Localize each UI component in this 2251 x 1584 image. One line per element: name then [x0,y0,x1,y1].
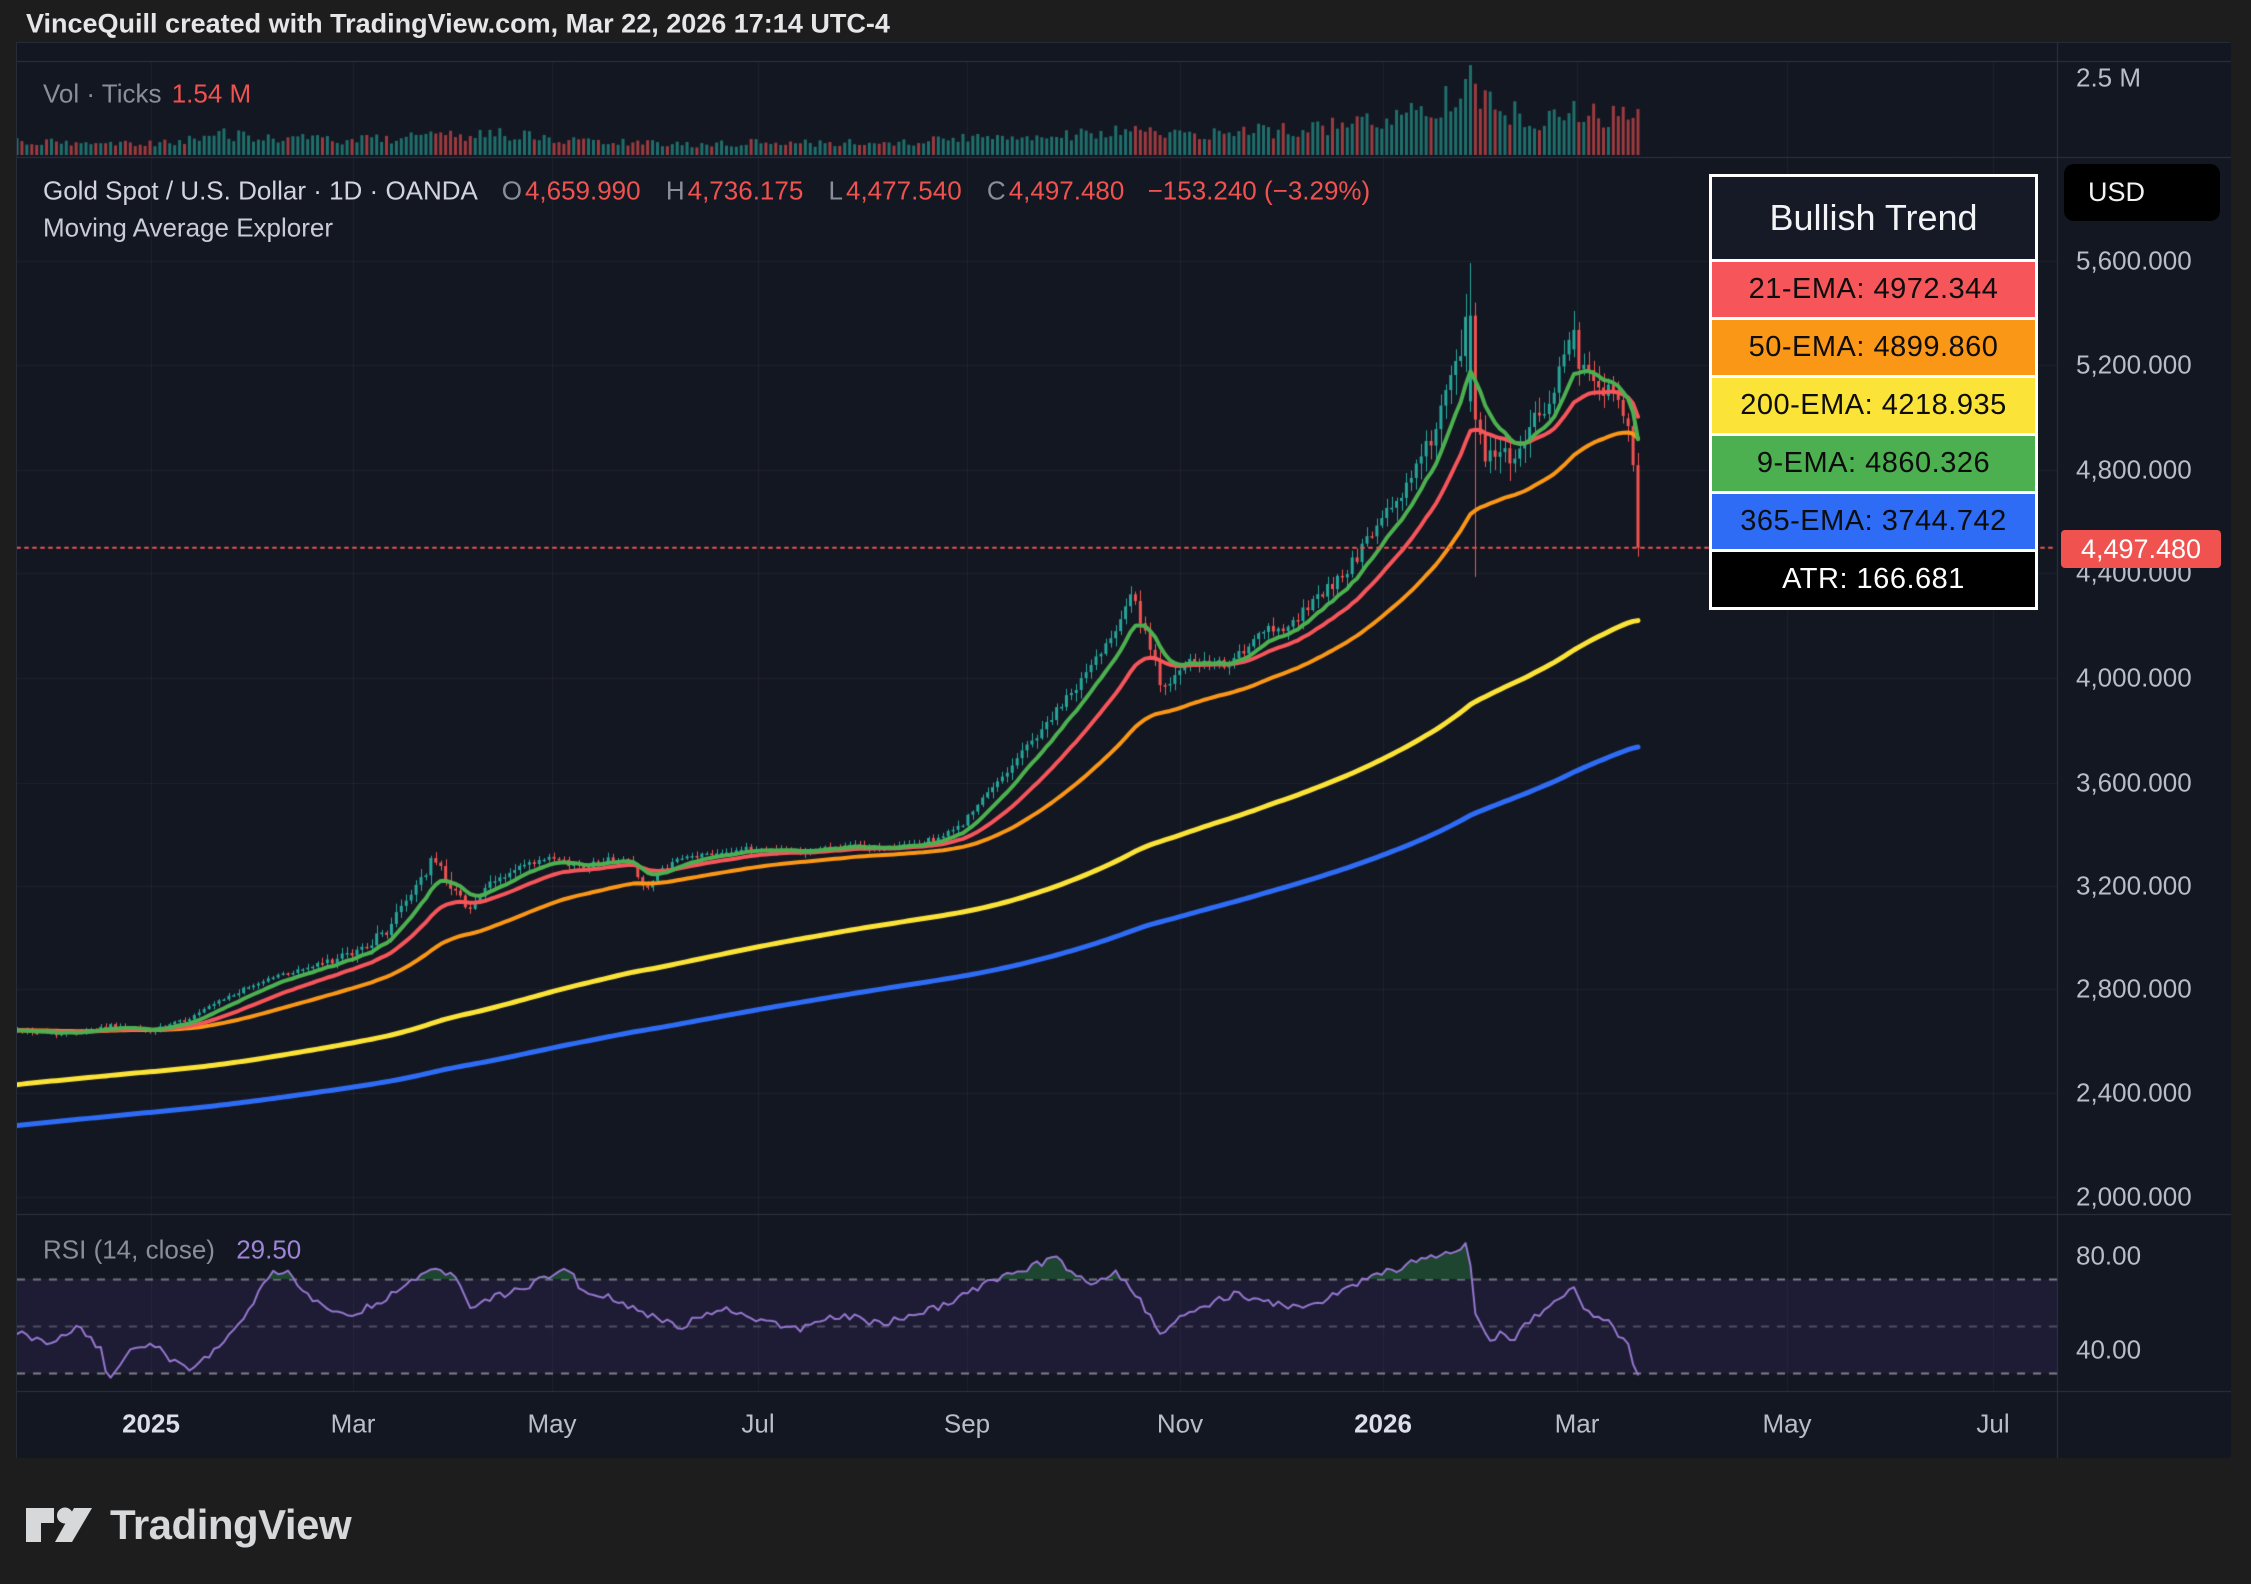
time-tick-mar-2025: Mar [331,1409,376,1440]
time-tick-2025: 2025 [122,1409,180,1440]
high-letter: H [666,176,685,206]
price-tick-3200: 3,200.000 [2076,871,2192,902]
open-value: 4,659.990 [525,176,641,206]
footer-bar: TradingView [0,1458,2251,1584]
symbol-name: Gold Spot / U.S. Dollar · 1D · OANDA [43,176,476,206]
open-letter: O [502,176,522,206]
legend-title: Bullish Trend [1712,177,2035,259]
change-value: −153.240 (−3.29%) [1148,176,1371,206]
rsi-tick-40: 40.00 [2076,1335,2141,1366]
time-tick-may-2026: May [1762,1409,1811,1440]
price-tick-5200: 5,200.000 [2076,350,2192,381]
volume-value: 1.54 M [172,79,252,109]
low-letter: L [829,176,843,206]
ma-legend-box: Bullish Trend 21-EMA: 4972.344 50-EMA: 4… [1709,174,2038,610]
time-tick-2026: 2026 [1354,1409,1412,1440]
legend-row-9ema: 9-EMA: 4860.326 [1712,436,2035,491]
price-tick-2400: 2,400.000 [2076,1078,2192,1109]
time-tick-nov-2025: Nov [1157,1409,1203,1440]
high-value: 4,736.175 [688,176,804,206]
legend-row-50ema: 50-EMA: 4899.860 [1712,320,2035,375]
chart-panel: Vol · Ticks 1.54 M Gold Spot / U.S. Doll… [16,42,2230,1458]
price-tick-5600: 5,600.000 [2076,246,2192,277]
volume-indicator-label: Vol · Ticks 1.54 M [43,79,251,110]
time-tick-mar-2026: Mar [1555,1409,1600,1440]
legend-row-atr: ATR: 166.681 [1712,552,2035,607]
tradingview-logo-icon [26,1494,92,1556]
volume-label: Vol · Ticks [43,79,161,109]
time-tick-jul-2026: Jul [1976,1409,2009,1440]
time-tick-jul-2025: Jul [741,1409,774,1440]
close-letter: C [987,176,1006,206]
tradingview-logo[interactable]: TradingView [26,1494,351,1556]
price-tick-2800: 2,800.000 [2076,974,2192,1005]
price-tick-2000: 2,000.000 [2076,1182,2192,1213]
legend-row-21ema: 21-EMA: 4972.344 [1712,262,2035,317]
currency-button[interactable]: USD [2064,164,2220,221]
close-value: 4,497.480 [1009,176,1125,206]
time-tick-sep-2025: Sep [944,1409,990,1440]
rsi-value: 29.50 [236,1235,301,1265]
price-tick-4000: 4,000.000 [2076,663,2192,694]
price-tick-4800: 4,800.000 [2076,455,2192,486]
legend-row-365ema: 365-EMA: 3744.742 [1712,494,2035,549]
tradingview-screenshot: VinceQuill created with TradingView.com,… [0,0,2251,1584]
time-tick-may-2025: May [527,1409,576,1440]
rsi-indicator-label[interactable]: RSI (14, close) 29.50 [43,1235,301,1266]
watermark-credit: VinceQuill created with TradingView.com,… [26,9,890,40]
indicator-name-label[interactable]: Moving Average Explorer [43,213,333,244]
low-value: 4,477.540 [846,176,962,206]
rsi-tick-80: 80.00 [2076,1241,2141,1272]
price-tick-3600: 3,600.000 [2076,768,2192,799]
tradingview-logo-text: TradingView [110,1501,351,1549]
volume-scale-tick: 2.5 M [2076,63,2141,94]
rsi-label: RSI (14, close) [43,1235,215,1265]
symbol-info-line[interactable]: Gold Spot / U.S. Dollar · 1D · OANDA O4,… [43,176,1370,207]
last-price-badge: 4,497.480 [2061,530,2221,568]
legend-row-200ema: 200-EMA: 4218.935 [1712,378,2035,433]
